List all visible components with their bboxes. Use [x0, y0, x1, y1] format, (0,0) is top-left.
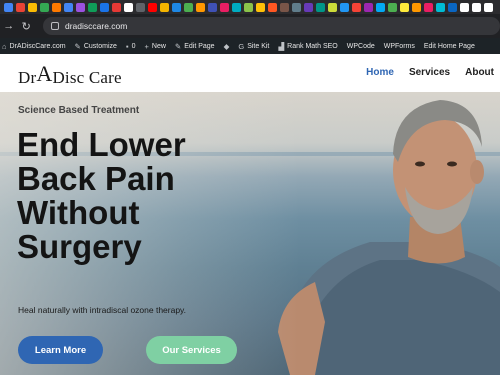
hero-eyebrow: Science Based Treatment — [18, 105, 140, 116]
comment-icon: ▪ — [125, 41, 129, 51]
wp-admin-bar: ⌂ DrADiscCare.com ✎ Customize ▪ 0 + New … — [0, 38, 500, 54]
bookmark-favicon-icon[interactable] — [88, 2, 97, 12]
browser-address-bar: → ↻ dradisccare.com — [0, 14, 500, 38]
browser-tab-strip — [0, 0, 500, 14]
wp-edit-home-page[interactable]: Edit Home Page — [424, 43, 475, 50]
bookmark-favicon-icon[interactable] — [112, 2, 121, 12]
logo-prefix: Dr — [18, 68, 37, 87]
wp-comments[interactable]: ▪ 0 — [126, 42, 136, 51]
nav-services[interactable]: Services — [409, 67, 450, 78]
wp-customize[interactable]: ✎ Customize — [75, 42, 117, 51]
logo-suffix: Disc Care — [52, 68, 122, 87]
wp-site-name-label: DrADiscCare.com — [9, 42, 66, 50]
hero-section: Science Based Treatment End Lower Back P… — [0, 92, 500, 375]
bookmark-favicon-icon[interactable] — [196, 2, 205, 12]
bookmark-favicon-icon[interactable] — [136, 2, 145, 12]
hero-subtitle: Heal naturally with intradiscal ozone th… — [18, 305, 187, 315]
bookmark-favicon-icon[interactable] — [448, 2, 457, 12]
wp-site-name[interactable]: ⌂ DrADiscCare.com — [2, 42, 66, 51]
wp-new-label: New — [151, 42, 166, 50]
learn-more-button[interactable]: Learn More — [18, 336, 103, 364]
wp-rank-math-label: Rank Math SEO — [287, 42, 338, 50]
bookmark-favicon-icon[interactable] — [28, 2, 37, 12]
bookmark-favicon-icon[interactable] — [100, 2, 109, 12]
bookmark-favicon-icon[interactable] — [292, 2, 301, 12]
logo-cap: A — [36, 61, 53, 86]
headline-line-3: Without — [17, 194, 140, 231]
wp-customize-label: Customize — [83, 42, 117, 50]
wp-rank-math[interactable]: ▟ Rank Math SEO — [278, 42, 337, 51]
site-info-icon[interactable] — [51, 22, 59, 30]
wp-site-kit[interactable]: G Site Kit — [238, 42, 269, 51]
bookmark-favicon-icon[interactable] — [340, 2, 349, 12]
url-text: dradisccare.com — [65, 21, 128, 31]
home-icon: ⌂ — [2, 41, 7, 51]
bookmark-favicon-icon[interactable] — [220, 2, 229, 12]
reload-icon[interactable]: ↻ — [18, 20, 36, 33]
wp-edit-home-page-label: Edit Home Page — [423, 42, 475, 50]
bookmark-favicon-icon[interactable] — [268, 2, 277, 12]
bookmark-favicon-icon[interactable] — [364, 2, 373, 12]
wp-diamond-tool[interactable]: ◆ — [224, 42, 230, 51]
bookmark-favicon-icon[interactable] — [352, 2, 361, 12]
google-icon: G — [238, 41, 245, 51]
bookmark-favicon-icon[interactable] — [328, 2, 337, 12]
pencil-icon: ✎ — [174, 41, 182, 51]
bookmark-favicon-icon[interactable] — [76, 2, 85, 12]
arrow-right-icon[interactable]: → — [0, 20, 18, 32]
wp-edit-page-label: Edit Page — [184, 42, 215, 50]
bookmark-favicon-icon[interactable] — [316, 2, 325, 12]
our-services-button[interactable]: Our Services — [146, 336, 237, 364]
bookmark-favicon-icon[interactable] — [40, 2, 49, 12]
bookmark-favicon-icon[interactable] — [64, 2, 73, 12]
main-nav: Home Services About — [366, 67, 494, 78]
bookmark-favicon-icon[interactable] — [400, 2, 409, 12]
bookmark-favicon-icon[interactable] — [184, 2, 193, 12]
bookmark-favicon-icon[interactable] — [460, 2, 469, 12]
headline-line-1: End Lower — [17, 126, 186, 163]
bookmark-favicon-icon[interactable] — [148, 2, 157, 12]
bookmark-favicon-icon[interactable] — [16, 2, 25, 12]
wp-new[interactable]: + New — [145, 42, 166, 51]
bookmark-favicon-icon[interactable] — [376, 2, 385, 12]
url-field[interactable]: dradisccare.com — [43, 17, 500, 35]
hero-headline: End Lower Back Pain Without Surgery — [17, 128, 277, 264]
bookmark-favicon-icon[interactable] — [388, 2, 397, 12]
bookmark-favicon-icon[interactable] — [424, 2, 433, 12]
site-logo[interactable]: DrADisc Care — [18, 61, 122, 89]
bookmark-favicon-icon[interactable] — [52, 2, 61, 12]
plus-icon: + — [144, 41, 149, 51]
bookmark-favicon-icon[interactable] — [208, 2, 217, 12]
wp-wpforms[interactable]: WPForms — [384, 43, 415, 50]
site-header: DrADisc Care Home Services About — [0, 54, 500, 92]
wp-wpforms-label: WPForms — [383, 42, 415, 50]
wp-wpcode-label: WPCode — [346, 42, 375, 50]
headline-line-4: Surgery — [17, 228, 142, 265]
bookmark-favicon-icon[interactable] — [256, 2, 265, 12]
headline-line-2: Back Pain — [17, 160, 175, 197]
bookmark-favicon-icon[interactable] — [244, 2, 253, 12]
wp-edit-page[interactable]: ✎ Edit Page — [175, 42, 215, 51]
chart-icon: ▟ — [278, 41, 285, 51]
bookmark-favicon-icon[interactable] — [436, 2, 445, 12]
wp-comments-count: 0 — [131, 42, 136, 50]
hero-man-image — [278, 100, 500, 375]
wp-site-kit-label: Site Kit — [247, 42, 270, 50]
bookmark-favicon-icon[interactable] — [412, 2, 421, 12]
bookmark-favicon-icon[interactable] — [124, 2, 133, 12]
bookmark-favicon-icon[interactable] — [472, 2, 481, 12]
nav-home[interactable]: Home — [366, 67, 394, 78]
nav-about[interactable]: About — [465, 67, 494, 78]
bookmark-favicon-icon[interactable] — [232, 2, 241, 12]
wp-wpcode[interactable]: WPCode — [347, 43, 375, 50]
bookmark-favicon-icon[interactable] — [484, 2, 493, 12]
diamond-icon: ◆ — [223, 41, 230, 51]
bookmark-favicon-icon[interactable] — [280, 2, 289, 12]
bookmark-favicon-icon[interactable] — [4, 2, 13, 12]
bookmark-favicon-icon[interactable] — [304, 2, 313, 12]
bookmark-favicon-icon[interactable] — [172, 2, 181, 12]
bookmark-favicon-icon[interactable] — [160, 2, 169, 12]
brush-icon: ✎ — [74, 41, 81, 51]
